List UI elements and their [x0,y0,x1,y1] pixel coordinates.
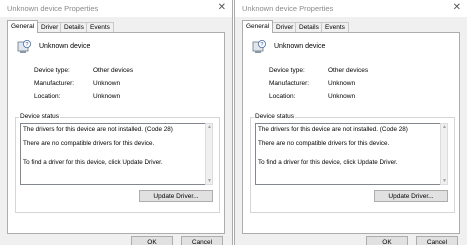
status-line: To find a driver for this device, click … [23,159,163,166]
device-type-label: Device type: [269,67,305,74]
scroll-down-icon[interactable]: ▼ [207,178,212,184]
device-name: Unknown device [274,43,326,50]
ok-button[interactable]: OK [131,236,173,245]
device-type-label: Device type: [34,67,70,74]
properties-window-left: Unknown device Properties ✕ General Driv… [0,0,233,245]
manufacturer-label: Manufacturer: [34,80,75,87]
window-title: Unknown device Properties [242,4,334,13]
scroll-up-icon[interactable]: ▲ [442,124,447,130]
location-value: Unknown [93,93,121,100]
device-name: Unknown device [39,43,91,50]
svg-text:?: ? [260,42,263,48]
location-value: Unknown [328,93,356,100]
status-line: There are no compatible drivers for this… [258,140,390,147]
ok-button[interactable]: OK [366,236,408,245]
status-scrollbar[interactable]: ▲ ▼ [440,123,448,185]
manufacturer-value: Unknown [328,80,356,87]
tab-general[interactable]: General [7,20,39,33]
device-status-group: Device status The drivers for this devic… [15,113,220,213]
window-title: Unknown device Properties [7,4,99,13]
close-icon[interactable]: ✕ [453,2,461,13]
location-label: Location: [34,93,61,100]
properties-window-right: Unknown device Properties ✕ General Driv… [234,0,467,245]
device-status-label: Device status [19,113,61,120]
title-bar[interactable]: Unknown device Properties ✕ [0,0,232,17]
close-icon[interactable]: ✕ [218,2,226,13]
device-status-label: Device status [254,113,296,120]
device-status-textbox[interactable]: The drivers for this device are not inst… [255,123,445,185]
update-driver-button[interactable]: Update Driver... [374,190,448,202]
cancel-button[interactable]: Cancel [416,236,458,245]
cancel-button[interactable]: Cancel [181,236,223,245]
device-status-group: Device status The drivers for this devic… [250,113,455,213]
tab-general[interactable]: General [242,20,274,33]
unknown-device-icon: ? [252,40,266,53]
svg-text:?: ? [25,42,28,48]
status-line: To find a driver for this device, click … [258,159,398,166]
device-type-value: Other devices [93,67,134,74]
status-line: The drivers for this device are not inst… [258,126,408,133]
location-label: Location: [269,93,296,100]
title-bar[interactable]: Unknown device Properties ✕ [235,0,467,17]
manufacturer-value: Unknown [93,80,121,87]
general-panel: ? Unknown device Device type: Other devi… [242,32,460,234]
update-driver-button[interactable]: Update Driver... [139,190,213,202]
manufacturer-label: Manufacturer: [269,80,310,87]
unknown-device-icon: ? [17,40,31,53]
device-status-textbox[interactable]: The drivers for this device are not inst… [20,123,210,185]
status-line: The drivers for this device are not inst… [23,126,173,133]
scroll-up-icon[interactable]: ▲ [207,124,212,130]
scroll-down-icon[interactable]: ▼ [442,178,447,184]
device-type-value: Other devices [328,67,369,74]
general-panel: ? Unknown device Device type: Other devi… [7,32,225,234]
status-scrollbar[interactable]: ▲ ▼ [205,123,213,185]
status-line: There are no compatible drivers for this… [23,140,155,147]
